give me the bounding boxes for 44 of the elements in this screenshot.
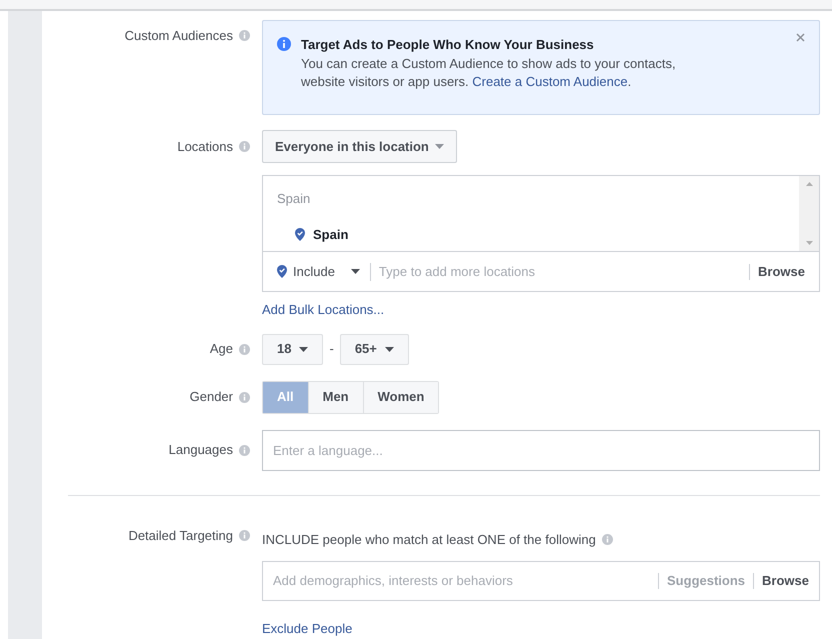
age-min-dropdown[interactable]: 18 xyxy=(262,334,324,364)
field-label: Age xyxy=(210,340,233,358)
info-icon xyxy=(239,392,250,402)
browse-button[interactable]: Browse xyxy=(750,262,805,282)
age-separator: - xyxy=(329,340,334,358)
language-input[interactable]: Enter a language... xyxy=(262,430,820,470)
field-label: Detailed Targeting xyxy=(128,526,233,545)
info-icon xyxy=(277,37,291,51)
notice-text: You can create a Custom Audience to show ads to your contacts, website visitors or app users. Create a Custom Audience. xyxy=(301,54,677,90)
info-icon xyxy=(239,30,250,42)
caret-icon xyxy=(350,269,360,274)
close-icon[interactable] xyxy=(796,33,805,42)
caret-icon xyxy=(299,346,308,352)
info-icon xyxy=(602,534,613,545)
info-icon xyxy=(239,530,250,541)
location-type-dropdown[interactable]: Everyone in this location xyxy=(262,130,457,163)
caret-icon xyxy=(434,144,444,149)
include-heading: INCLUDE people who match at least ONE of the following xyxy=(262,530,596,549)
create-audience-link[interactable]: Create a Custom Audience xyxy=(472,74,628,88)
targeting-input[interactable]: Add demographics, interests or behaviors xyxy=(273,571,658,591)
info-icon xyxy=(239,141,250,152)
scroll-up-icon[interactable] xyxy=(806,182,812,186)
location-group: Spain xyxy=(277,189,785,208)
selected-location: Spain xyxy=(313,226,348,244)
caret-icon xyxy=(384,346,394,352)
info-icon xyxy=(239,344,250,354)
add-bulk-locations-link[interactable]: Add Bulk Locations... xyxy=(262,300,384,320)
field-label: Gender xyxy=(190,388,233,406)
field-label: Locations xyxy=(177,138,233,156)
field-label: Custom Audiences xyxy=(124,27,233,45)
age-max-dropdown[interactable]: 65+ xyxy=(340,334,409,364)
scroll-down-icon[interactable] xyxy=(806,241,812,245)
pin-icon xyxy=(295,228,305,241)
gender-option[interactable]: Men xyxy=(308,382,363,412)
pin-icon xyxy=(277,265,287,278)
include-dropdown[interactable]: Include xyxy=(277,262,370,282)
browse-button[interactable]: Browse xyxy=(754,571,809,591)
field-label: Languages xyxy=(168,441,233,460)
info-icon xyxy=(239,444,250,456)
location-input[interactable]: Type to add more locations xyxy=(370,262,750,282)
exclude-people-link[interactable]: Exclude People xyxy=(262,619,352,638)
gender-option[interactable]: Women xyxy=(362,382,438,412)
notice-title: Target Ads to People Who Know Your Business xyxy=(301,36,595,54)
scrollbar[interactable] xyxy=(799,176,819,251)
